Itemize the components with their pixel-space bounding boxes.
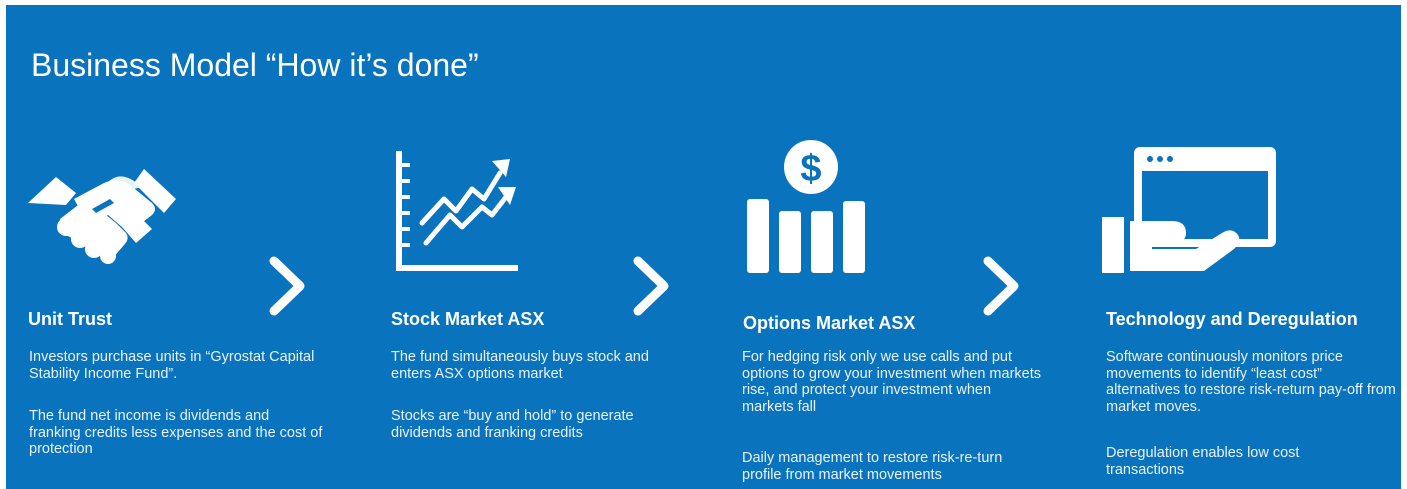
step-text-options-market-1: For hedging risk only we use calls and p… — [742, 349, 1041, 415]
business-model-banner: Business Model “How it’s done” Unit Trus… — [6, 5, 1401, 489]
chevron-right-icon — [983, 256, 1019, 316]
step-heading-stock-market: Stock Market ASX — [391, 309, 545, 329]
step-text-stock-market-2: Stocks are “buy and hold” to generate di… — [391, 408, 634, 441]
step-text-technology-2: Deregulation enables low cost transactio… — [1106, 445, 1300, 478]
svg-text:$: $ — [800, 148, 821, 190]
hand-browser-icon — [1102, 147, 1276, 273]
dollar-bar-chart-icon: $ — [747, 140, 865, 273]
step-text-unit-trust-2: The fund net income is dividends and fra… — [29, 408, 323, 457]
step-text-unit-trust-1: Investors purchase units in “Gyrostat Ca… — [29, 349, 315, 382]
chevron-right-icon — [269, 256, 305, 316]
rising-chart-icon — [396, 151, 518, 271]
step-text-technology-1: Software continuously monitors price mov… — [1106, 349, 1396, 415]
step-text-stock-market-1: The fund simultaneously buys stock and e… — [391, 349, 649, 382]
chevron-right-icon — [633, 256, 669, 316]
step-heading-options-market: Options Market ASX — [743, 313, 916, 333]
page-title: Business Model “How it’s done” — [31, 47, 479, 83]
handshake-icon — [28, 169, 176, 264]
step-text-options-market-2: Daily management to restore risk-re-turn… — [742, 450, 1003, 483]
page: Business Model “How it’s done” Unit Trus… — [0, 0, 1407, 489]
step-heading-unit-trust: Unit Trust — [28, 309, 112, 329]
step-heading-technology: Technology and Deregulation — [1106, 309, 1358, 329]
